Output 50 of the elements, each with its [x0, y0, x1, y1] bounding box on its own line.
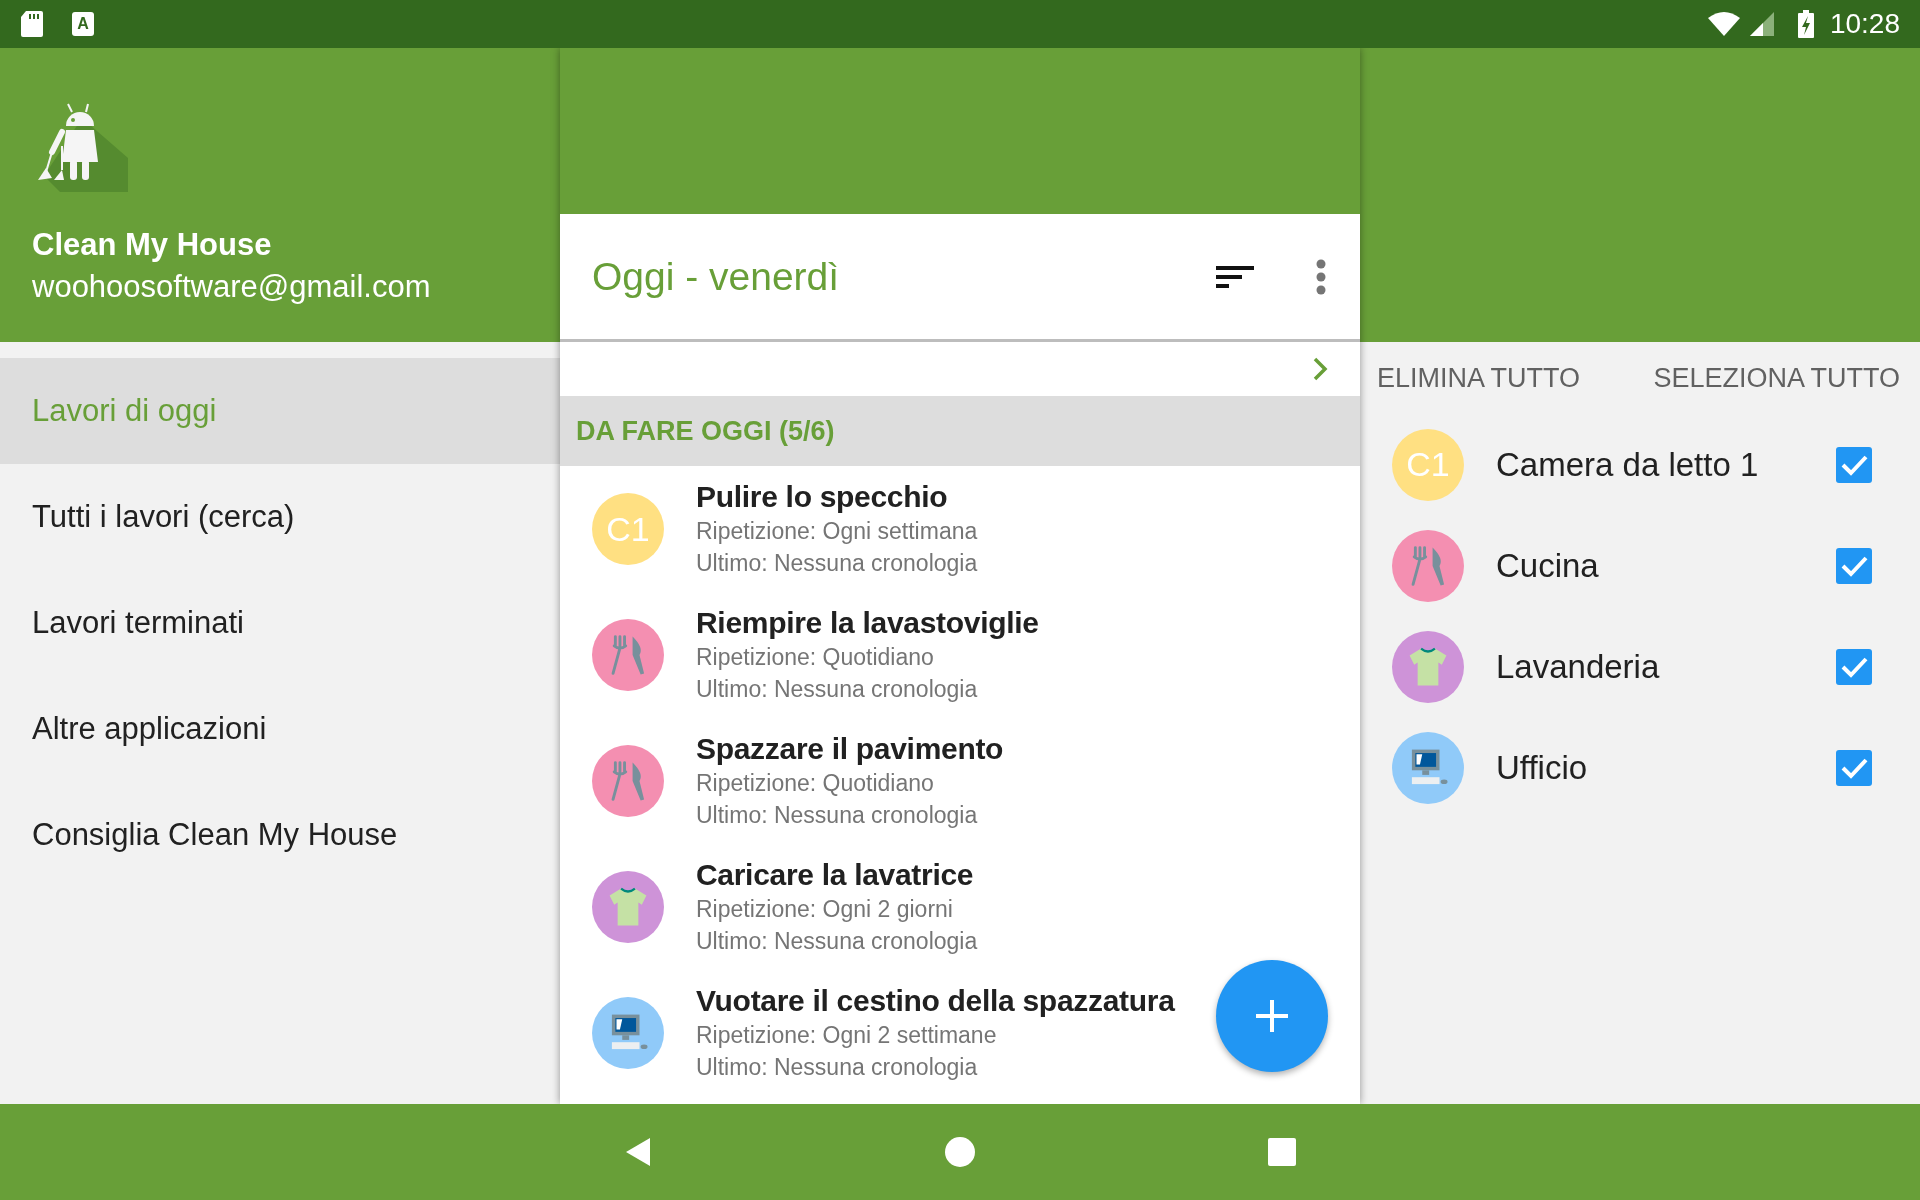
task-last-done: Ultimo: Nessuna cronologia [696, 927, 978, 956]
task-item[interactable]: Spazzare il pavimento Ripetizione: Quotidiano Ultimo: Nessuna cronologia [560, 718, 1360, 844]
text-button[interactable]: ELIMINA TUTTO [1377, 362, 1581, 394]
checkbox[interactable] [1836, 648, 1872, 685]
room-name: Camera da letto 1 [1496, 445, 1760, 484]
task-repeat: Ripetizione: Ogni 2 settimane [696, 1021, 998, 1050]
clock-time: 10:28 [1829, 8, 1900, 40]
task-last-done: Ultimo: Nessuna cronologia [696, 549, 978, 578]
drawer-item[interactable]: Tutti i lavori (cerca) [0, 464, 560, 570]
task-repeat: Ripetizione: Quotidiano [696, 769, 935, 798]
checkbox[interactable] [1836, 446, 1872, 483]
keyboard-icon: A [72, 12, 94, 36]
room-avatar: C1 [1392, 428, 1464, 501]
drawer-item[interactable]: Altre applicazioni [0, 676, 560, 782]
room-name: Ufficio [1496, 748, 1589, 787]
task-last-done: Ultimo: Nessuna cronologia [696, 801, 979, 830]
task-last-done: Ultimo: Nessuna cronologia [696, 1053, 979, 1082]
account-email: woohoosoftware@gmail.com [32, 268, 432, 306]
task-item[interactable]: Caricare la lavatrice Ripetizione: Ogni 2 giorni Ultimo: Nessuna cronologia [560, 844, 1360, 970]
sd-card-icon [20, 10, 44, 38]
task-title: Spazzare il pavimento [696, 731, 1004, 767]
checkbox[interactable] [1836, 547, 1872, 584]
more-options-icon[interactable] [1316, 258, 1326, 295]
room-avatar: C1 [592, 493, 664, 565]
task-title: Riempire la lavastoviglie [696, 605, 1039, 641]
task-title: Pulire lo specchio [696, 479, 949, 515]
signal-icon [1749, 12, 1774, 36]
task-last-done: Ultimo: Nessuna cronologia [696, 675, 979, 704]
section-header: DA FARE OGGI (5/6) [560, 396, 1360, 466]
task-title: Vuotare il cestino della spazzatura [696, 983, 1175, 1019]
task-title: Caricare la lavatrice [696, 857, 975, 893]
drawer-item[interactable]: Lavori terminati [0, 570, 560, 676]
wifi-icon [1707, 12, 1740, 36]
battery-charging-icon [1797, 10, 1814, 38]
task-repeat: Ripetizione: Ogni settimana [696, 517, 978, 546]
home-icon[interactable] [944, 1136, 976, 1168]
task-item[interactable]: C1 Pulire lo specchio Ripetizione: Ogni settimana Ultimo: Nessuna cronologia [560, 466, 1360, 592]
task-repeat: Ripetizione: Ogni 2 giorni [696, 895, 954, 924]
task-item[interactable]: Vuotare il cestino della spazzatura Ripetizione: Ogni 2 settimane Ultimo: Nessuna cronologia [560, 970, 1360, 1096]
task-item[interactable]: Riempire la lavastoviglie Ripetizione: Quotidiano Ultimo: Nessuna cronologia [560, 592, 1360, 718]
text-button[interactable]: SELEZIONA TUTTO [1653, 362, 1900, 394]
task-repeat: Ripetizione: Quotidiano [696, 643, 935, 672]
recent-apps-icon[interactable] [1266, 1136, 1298, 1168]
checkbox[interactable] [1836, 749, 1872, 786]
chevron-right-icon[interactable] [1312, 357, 1328, 381]
toolbar-title: Oggi - venerdì [592, 254, 840, 299]
room-name: Cucina [1496, 546, 1600, 585]
drawer-item[interactable]: Consiglia Clean My House [0, 782, 560, 888]
app-name: Clean My House [32, 226, 273, 264]
room-name: Lavanderia [1496, 647, 1661, 686]
